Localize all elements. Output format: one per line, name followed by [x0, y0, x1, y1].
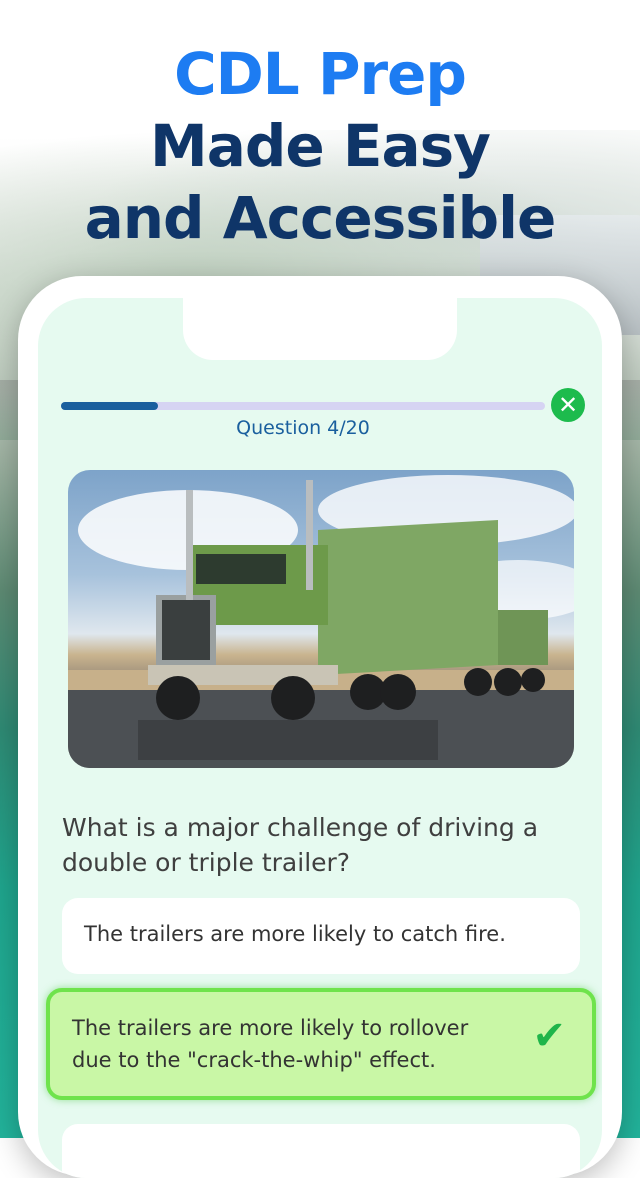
progress-fill [61, 402, 158, 410]
answer-option-1-text: The trailers are more likely to catch fi… [84, 922, 506, 946]
question-text: What is a major challenge of driving a d… [62, 813, 539, 877]
answer-option-3[interactable] [62, 1124, 580, 1178]
question-counter: Question 4/20 [236, 417, 370, 439]
answer-option-2-selected[interactable]: The trailers are more likely to rollover… [46, 988, 596, 1100]
headline-line-3: and Accessible [84, 184, 557, 252]
headline-line-1: CDL Prep [174, 40, 467, 108]
headline: CDL Prep Made Easy and Accessible [0, 38, 640, 254]
check-icon: ✔ [532, 1013, 566, 1059]
truck-illustration [68, 475, 574, 768]
phone-frame: ✕ Question 4/20 What is a major challeng… [18, 276, 622, 1178]
headline-line-2: Made Easy [150, 112, 491, 180]
quiz-progress-bar [61, 402, 545, 410]
phone-notch [183, 298, 457, 360]
question-image [68, 470, 574, 768]
phone-screen: ✕ Question 4/20 What is a major challeng… [38, 298, 602, 1178]
answer-option-1[interactable]: The trailers are more likely to catch fi… [62, 898, 580, 974]
answer-option-2-text: The trailers are more likely to rollover… [72, 1016, 469, 1072]
